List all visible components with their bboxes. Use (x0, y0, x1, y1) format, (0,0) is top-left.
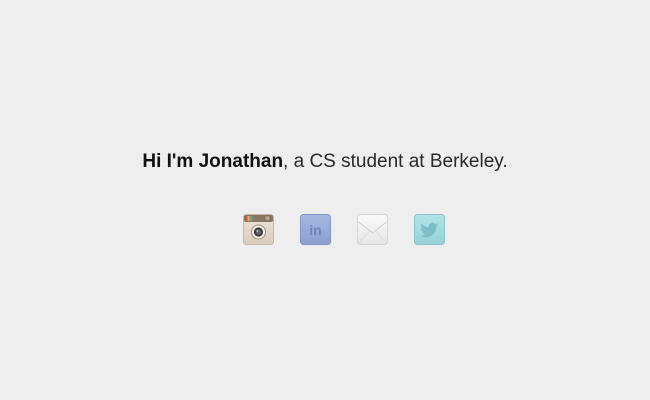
twitter-link[interactable] (414, 214, 445, 245)
email-link[interactable] (357, 214, 388, 245)
intro-name: Hi I'm Jonathan (142, 151, 284, 172)
instagram-link[interactable] (243, 214, 274, 245)
instagram-icon (243, 214, 274, 245)
linkedin-link[interactable]: in (300, 214, 331, 245)
twitter-icon (414, 214, 445, 245)
intro-description: , a CS student at Berkeley. (283, 151, 508, 172)
linkedin-icon: in (300, 214, 331, 245)
intro-text: Hi I'm Jonathan, a CS student at Berkele… (0, 149, 650, 175)
social-links: in (0, 214, 650, 246)
linkedin-glyph: in (309, 222, 321, 238)
mail-icon (357, 214, 388, 245)
